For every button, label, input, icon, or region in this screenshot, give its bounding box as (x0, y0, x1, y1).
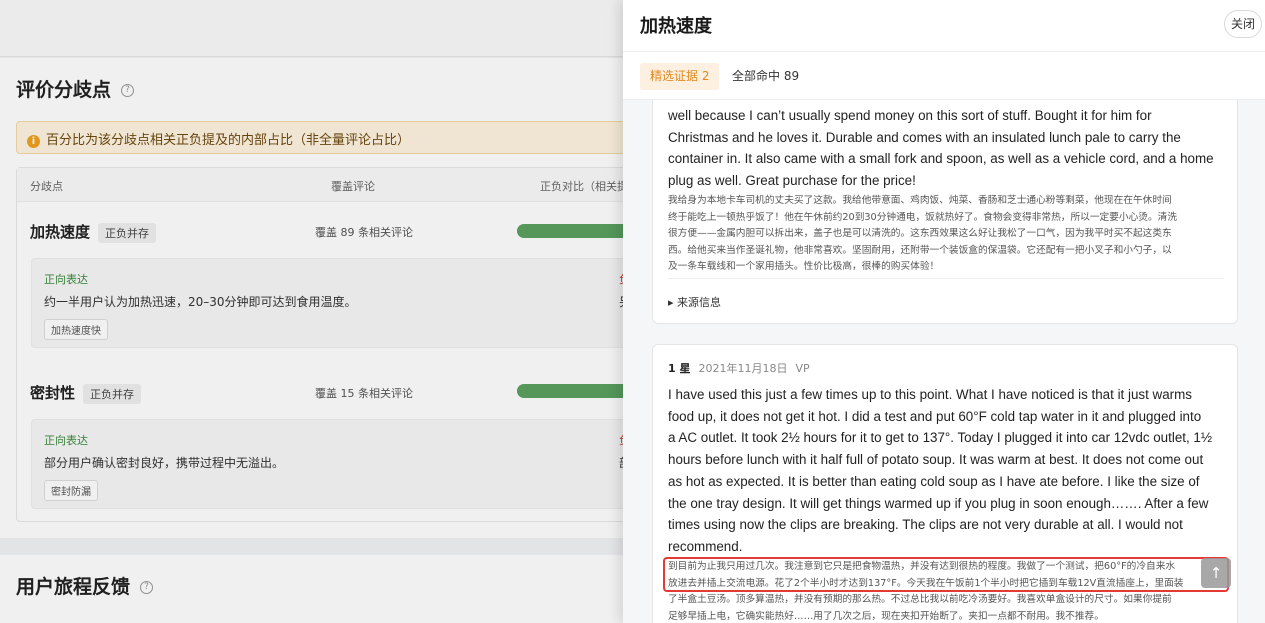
review-original-text: well because I can’t usually spend money… (668, 108, 1214, 189)
evidence-highlight (663, 557, 1229, 592)
tabs-bar: 精选证据 2 全部命中 89 (623, 52, 1265, 100)
source-info-toggle[interactable]: ▸ 来源信息 (668, 294, 721, 310)
tab-all-hits[interactable]: 全部命中 89 (722, 63, 809, 90)
review-original-text: I have used this just a few times up to … (668, 387, 1213, 554)
rating: 1 星 (668, 362, 691, 375)
evidence-drawer: 加热速度 关闭 精选证据 2 全部命中 89 well because I ca… (623, 0, 1265, 623)
tab-selected-evidence[interactable]: 精选证据 2 (640, 63, 720, 90)
divider (668, 278, 1224, 279)
vp-badge: VP (795, 362, 810, 375)
back-to-top-button[interactable]: ↑ (1201, 558, 1231, 588)
review-date: 2021年11月18日 (698, 362, 788, 375)
overlay-mask[interactable] (0, 0, 623, 623)
review-card: well because I can’t usually spend money… (652, 100, 1238, 324)
drawer-header: 加热速度 关闭 (623, 0, 1265, 52)
review-meta: 1 星 2021年11月18日 VP (668, 360, 810, 376)
review-translation-text: 我给身为本地卡车司机的丈夫买了这款。我给他带意面、鸡肉饭、炖菜、香肠和芝士通心粉… (668, 195, 1178, 272)
review-list[interactable]: well because I can’t usually spend money… (623, 100, 1265, 623)
close-button[interactable]: 关闭 (1224, 10, 1262, 38)
drawer-title: 加热速度 (640, 16, 712, 37)
